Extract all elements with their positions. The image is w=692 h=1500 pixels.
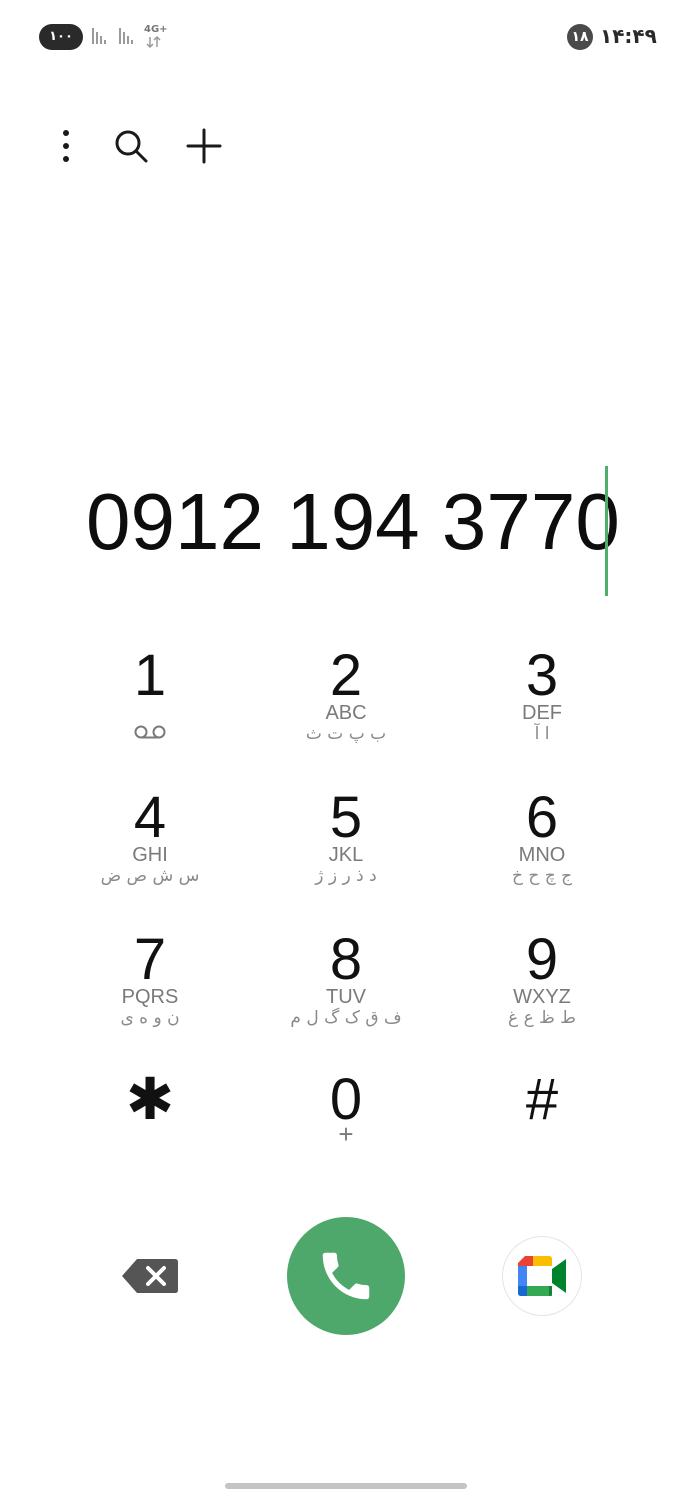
key-7[interactable]: 7 PQRS ن و ه ی: [52, 916, 248, 1056]
network-label: 4G+: [144, 24, 168, 35]
voicemail-icon: [134, 725, 166, 739]
dialed-number-field[interactable]: 0912 194 3770: [0, 460, 692, 600]
status-bar: ۱۰۰ 4G+ ۱۸ ۱۴:۴۹: [0, 0, 692, 76]
key-digit: 4: [133, 785, 167, 850]
key-farsi-letters: ا آ: [534, 724, 550, 744]
data-transfer-icon: [146, 36, 161, 48]
google-meet-icon: [518, 1256, 566, 1296]
call-button[interactable]: [287, 1217, 405, 1335]
key-digit: ✱: [125, 1067, 175, 1132]
key-farsi-letters: ن و ه ی: [120, 1008, 180, 1028]
key-digit: 1: [133, 643, 167, 708]
key-farsi-letters: د ذ ر ز ژ: [315, 866, 377, 886]
key-letters: DEF: [522, 702, 562, 724]
key-plus-sub: +: [338, 1119, 354, 1149]
battery-indicator: ۱۰۰: [39, 24, 83, 50]
network-type: 4G+: [144, 24, 170, 50]
key-8[interactable]: 8 TUV ف ق ک گ ل م: [248, 916, 444, 1056]
key-farsi-letters: ب پ ت ث: [305, 724, 387, 744]
signal-strength-icon-2: [119, 28, 133, 44]
key-letters: PQRS: [121, 986, 179, 1008]
key-farsi-letters: ف ق ک گ ل م: [290, 1008, 402, 1028]
key-farsi-letters: ط ظ ع غ: [508, 1008, 576, 1028]
dialed-number: 0912 194 3770: [86, 477, 620, 566]
key-farsi-letters: س ش ص ض: [100, 866, 200, 886]
key-1[interactable]: 1: [52, 632, 248, 772]
key-hash[interactable]: #: [444, 1056, 640, 1196]
text-cursor: [605, 466, 608, 596]
key-digit: 7: [133, 927, 167, 992]
more-vert-icon: [63, 130, 69, 162]
key-9[interactable]: 9 WXYZ ط ظ ع غ: [444, 916, 640, 1056]
key-farsi-letters: ج چ ح خ: [511, 866, 573, 886]
key-0[interactable]: 0 +: [248, 1056, 444, 1196]
key-letters: GHI: [132, 844, 168, 866]
more-options-button[interactable]: [38, 118, 94, 174]
key-letters: TUV: [326, 986, 366, 1008]
key-letters: JKL: [328, 844, 364, 866]
search-icon: [115, 130, 148, 163]
key-digit: 9: [525, 927, 559, 992]
backspace-icon: [122, 1259, 178, 1293]
dial-pad: 1 2 ABC ب پ ت ث 3 DEF ا آ 4 GHI س ش ص ض …: [52, 632, 640, 1192]
video-call-button[interactable]: [502, 1236, 582, 1316]
key-2[interactable]: 2 ABC ب پ ت ث: [248, 632, 444, 772]
key-digit: #: [525, 1067, 559, 1132]
key-letters: ABC: [325, 702, 367, 724]
key-digit: 3: [525, 643, 559, 708]
key-6[interactable]: 6 MNO ج چ ح خ: [444, 774, 640, 914]
key-digit: 5: [329, 785, 363, 850]
phone-icon: [322, 1252, 370, 1300]
add-contact-button[interactable]: [176, 118, 232, 174]
key-digit: 8: [329, 927, 363, 992]
signal-strength-icon: [92, 28, 106, 44]
plus-icon: [186, 128, 222, 164]
key-digit: 2: [329, 643, 363, 708]
key-letters: WXYZ: [513, 986, 571, 1008]
key-5[interactable]: 5 JKL د ذ ر ز ژ: [248, 774, 444, 914]
key-letters: MNO: [518, 844, 566, 866]
key-star[interactable]: ✱: [52, 1056, 248, 1196]
notification-badge: ۱۸: [567, 24, 593, 50]
backspace-button[interactable]: [116, 1250, 184, 1302]
clock: ۱۴:۴۹: [600, 24, 657, 48]
key-digit: 6: [525, 785, 559, 850]
key-4[interactable]: 4 GHI س ش ص ض: [52, 774, 248, 914]
search-button[interactable]: [103, 118, 159, 174]
key-3[interactable]: 3 DEF ا آ: [444, 632, 640, 772]
home-indicator[interactable]: [225, 1483, 467, 1489]
